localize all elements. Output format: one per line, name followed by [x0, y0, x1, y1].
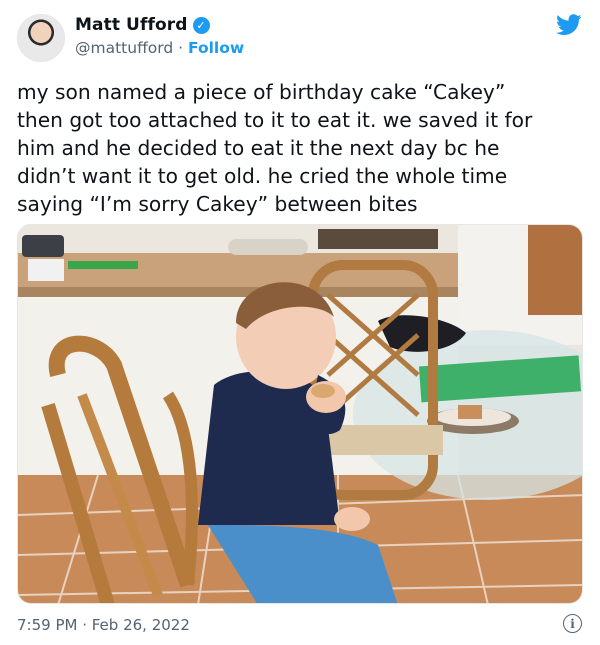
tweet-text: my son named a piece of birthday cake “C…: [17, 78, 587, 218]
author-name-row: Matt Ufford ✓: [75, 15, 210, 35]
photo-illustration: [18, 225, 582, 603]
tweet-header: Matt Ufford ✓ @mattufford · Follow: [0, 0, 600, 70]
follow-link[interactable]: Follow: [188, 39, 244, 57]
tweet-text-line: my son named a piece of birthday cake “C…: [17, 80, 506, 104]
author-handle-row: @mattufford · Follow: [75, 39, 244, 57]
tweet-timestamp[interactable]: 7:59 PM · Feb 26, 2022: [17, 616, 190, 634]
tweet-text-line: didn’t want it to get old. he cried the …: [17, 164, 508, 188]
info-icon[interactable]: i: [563, 614, 582, 633]
twitter-bird-icon[interactable]: [556, 14, 582, 36]
tweet-text-line: then got too attached to it to eat it. w…: [17, 108, 533, 132]
handle-separator: ·: [178, 39, 184, 57]
verified-badge-icon: ✓: [192, 16, 210, 34]
author-name[interactable]: Matt Ufford: [75, 15, 188, 35]
tweet-photo[interactable]: [17, 224, 583, 604]
tweet-text-line: him and he decided to eat it the next da…: [17, 136, 500, 160]
avatar[interactable]: [17, 14, 65, 62]
tweet-text-line: saying “I’m sorry Cakey” between bites: [17, 192, 418, 216]
author-handle[interactable]: @mattufford: [75, 39, 173, 57]
